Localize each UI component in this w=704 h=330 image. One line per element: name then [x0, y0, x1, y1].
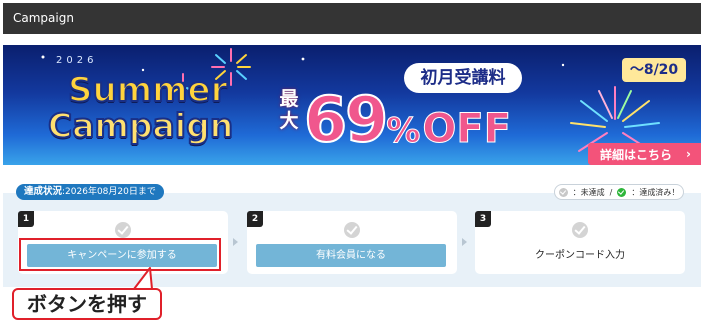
not-achieved-check-icon [558, 187, 568, 197]
status-badge: 達成状況:2026年08月20日まで [16, 184, 164, 200]
deadline-badge: ～8/20 [622, 58, 686, 82]
status-deadline: :2026年08月20日まで [62, 187, 156, 197]
coupon-code-label: クーポンコード入力 [535, 250, 625, 261]
check-icon [344, 222, 360, 238]
legend-achieved: ：達成済み！ [631, 187, 680, 197]
details-button-label: 詳細はこちら [600, 147, 673, 162]
status-label: 達成状況 [24, 186, 63, 197]
chevron-right-icon: › [686, 147, 691, 161]
firework-right [570, 86, 660, 152]
banner-title-summer: Summer [67, 69, 228, 111]
details-button[interactable]: 詳細はこちら › [588, 143, 701, 165]
step-arrow-icon [462, 238, 467, 246]
check-icon [572, 222, 588, 238]
app-header: Campaign [3, 3, 701, 34]
step-number: 3 [475, 211, 491, 227]
legend-separator: / [609, 187, 613, 197]
discount-off: OFF [422, 106, 512, 152]
first-month-label: 初月受講料 [404, 63, 522, 93]
legend-not-achieved: ：未達成 [572, 187, 605, 197]
step-number: 1 [18, 211, 34, 227]
step-arrow-icon [233, 238, 238, 246]
achieved-check-icon [617, 187, 627, 197]
check-icon [115, 222, 131, 238]
annotation-callout: ボタンを押す [12, 288, 162, 320]
banner-title-campaign: Campaign [47, 105, 234, 146]
step-number: 2 [247, 211, 263, 227]
discount-number: 69 [303, 83, 389, 156]
banner-year: 2026 [56, 55, 98, 66]
discount-percent: % [386, 111, 421, 152]
achievement-legend: ：未達成 / ：達成済み！ [554, 184, 684, 200]
banner-max-label: 最大 [279, 88, 299, 132]
page-title: Campaign [13, 11, 74, 25]
